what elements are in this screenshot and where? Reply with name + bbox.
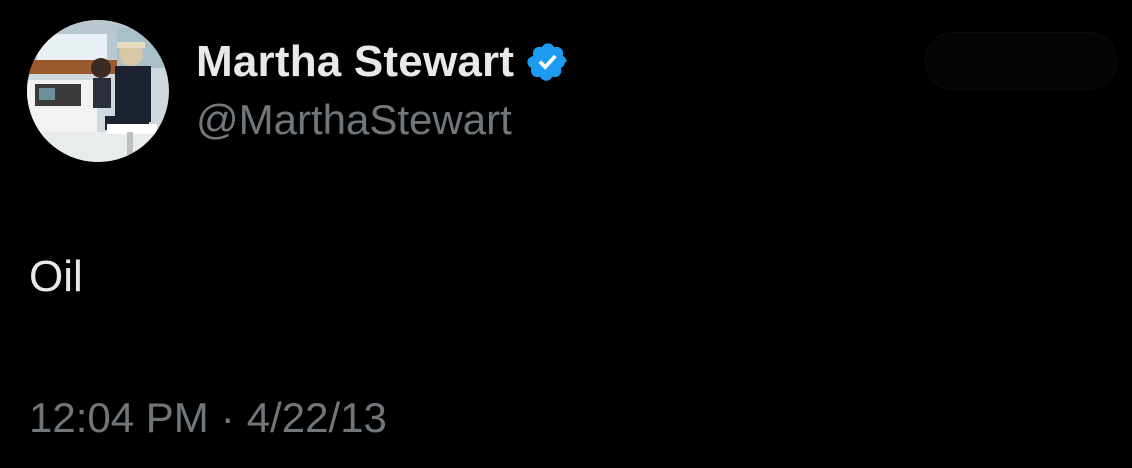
avatar[interactable]	[27, 20, 169, 162]
author-display-name[interactable]: Martha Stewart	[196, 37, 514, 87]
tweet-card: Martha Stewart @MarthaStewart Oil 12:04 …	[0, 0, 1132, 468]
verified-badge-icon	[526, 40, 570, 84]
tweet-text: Oil	[29, 252, 83, 301]
timestamp-separator: ·	[220, 394, 235, 441]
tweet-date: 4/22/13	[246, 394, 387, 441]
author-handle[interactable]: @MarthaStewart	[196, 96, 512, 144]
author-name-row: Martha Stewart	[196, 36, 570, 88]
tweet-timestamp[interactable]: 12:04 PM · 4/22/13	[29, 394, 387, 442]
follow-button[interactable]	[925, 32, 1117, 90]
avatar-image	[27, 20, 169, 162]
tweet-time: 12:04 PM	[29, 394, 209, 441]
